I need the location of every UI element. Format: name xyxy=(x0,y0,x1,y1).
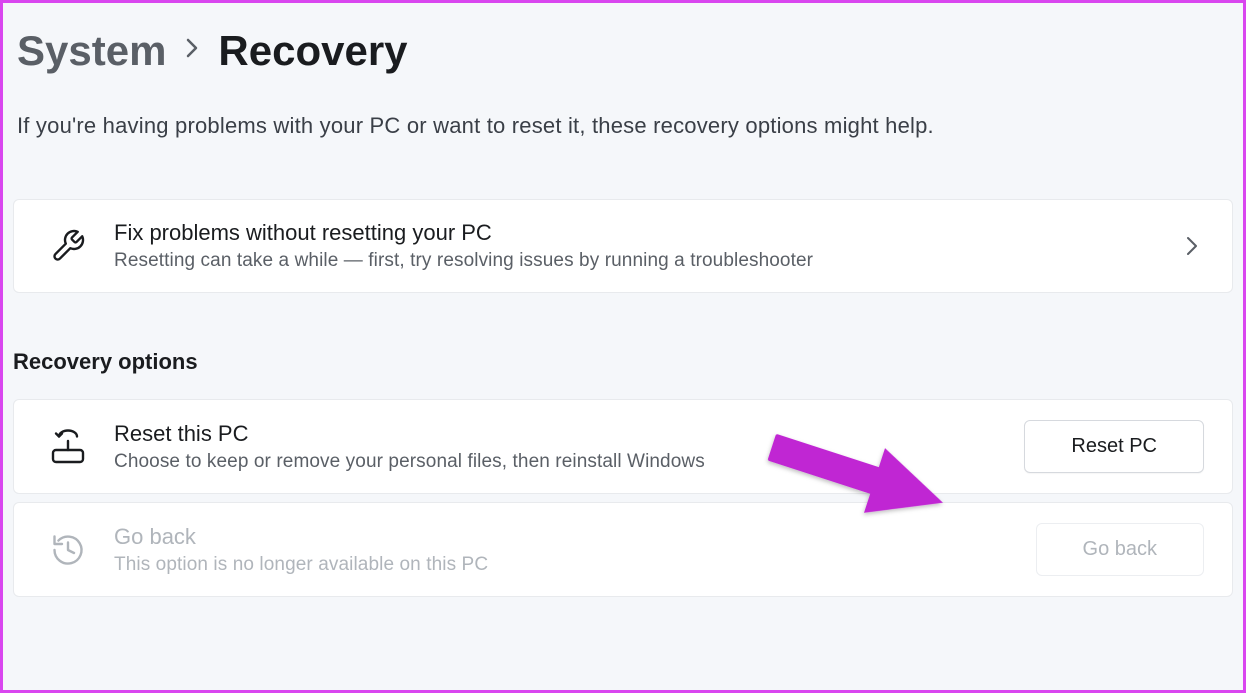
breadcrumb-parent-link[interactable]: System xyxy=(17,27,166,75)
troubleshoot-title: Fix problems without resetting your PC xyxy=(114,220,1152,246)
chevron-right-icon xyxy=(184,35,200,67)
page-title: Recovery xyxy=(218,27,407,75)
reset-pc-title: Reset this PC xyxy=(114,421,996,447)
troubleshoot-card[interactable]: Fix problems without resetting your PC R… xyxy=(13,199,1233,293)
breadcrumb: System Recovery xyxy=(13,27,1233,75)
chevron-right-icon xyxy=(1180,234,1204,258)
reset-pc-button[interactable]: Reset PC xyxy=(1024,420,1204,473)
reset-pc-subtitle: Choose to keep or remove your personal f… xyxy=(114,451,996,473)
reset-pc-card: Reset this PC Choose to keep or remove y… xyxy=(13,399,1233,494)
go-back-card: Go back This option is no longer availab… xyxy=(13,502,1233,597)
page-description: If you're having problems with your PC o… xyxy=(13,113,1233,139)
troubleshoot-subtitle: Resetting can take a while — first, try … xyxy=(114,250,1152,272)
history-icon xyxy=(50,532,86,568)
wrench-icon xyxy=(50,228,86,264)
go-back-button: Go back xyxy=(1036,523,1204,576)
go-back-title: Go back xyxy=(114,524,1008,550)
go-back-subtitle: This option is no longer available on th… xyxy=(114,554,1008,576)
reset-icon xyxy=(50,429,86,465)
recovery-options-heading: Recovery options xyxy=(13,349,1233,375)
